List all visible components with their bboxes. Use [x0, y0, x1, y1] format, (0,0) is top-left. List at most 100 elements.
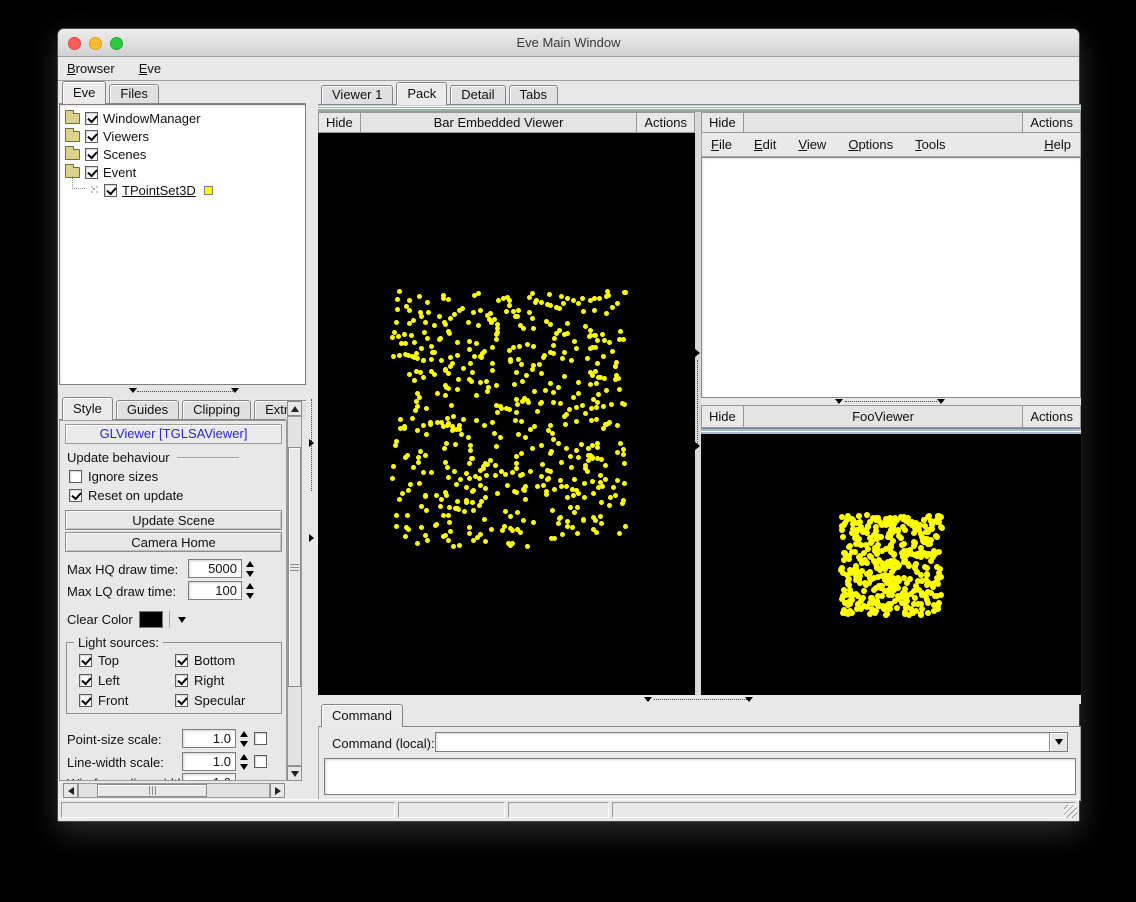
scroll-down-button[interactable]: [287, 766, 302, 781]
light-right-checkbox[interactable]: [175, 674, 188, 687]
menu-eve[interactable]: Eve: [139, 61, 161, 76]
collapse-arrow-icon[interactable]: [937, 399, 945, 404]
menu-edit[interactable]: Edit: [754, 137, 776, 152]
spinner-up-icon[interactable]: [246, 561, 254, 567]
gl-viewer-canvas[interactable]: [318, 133, 695, 695]
scroll-thumb[interactable]: [97, 784, 207, 797]
tree-checkbox[interactable]: [85, 130, 98, 143]
actions-button[interactable]: Actions: [636, 113, 694, 132]
tree-item-scenes[interactable]: Scenes: [60, 145, 305, 163]
light-front-checkbox[interactable]: [79, 694, 92, 707]
tree-item-label[interactable]: TPointSet3D: [122, 183, 196, 198]
tree-item-label[interactable]: Event: [103, 165, 136, 180]
resize-grip[interactable]: [1064, 805, 1077, 818]
hide-button[interactable]: Hide: [319, 113, 361, 132]
tree-item-tpointset3d[interactable]: TPointSet3D: [60, 181, 305, 199]
command-splitter[interactable]: [318, 695, 1081, 704]
combo-dropdown-button[interactable]: [1049, 733, 1067, 751]
zoom-button[interactable]: [110, 37, 123, 50]
tree-item-viewers[interactable]: Viewers: [60, 127, 305, 145]
tree-checkbox[interactable]: [85, 148, 98, 161]
collapse-arrow-icon[interactable]: [231, 388, 239, 393]
tree-item-label[interactable]: WindowManager: [103, 111, 201, 126]
clear-color-swatch[interactable]: [139, 611, 163, 628]
style-vertical-scrollbar[interactable]: [287, 401, 302, 781]
menu-file[interactable]: File: [711, 137, 732, 152]
close-button[interactable]: [68, 37, 81, 50]
minimize-button[interactable]: [89, 37, 102, 50]
actions-button[interactable]: Actions: [1022, 406, 1080, 427]
actions-button[interactable]: Actions: [1022, 113, 1080, 132]
line-width-value[interactable]: 1.0: [182, 752, 236, 771]
collapse-arrow-icon[interactable]: [309, 439, 314, 447]
ignore-sizes-checkbox[interactable]: [69, 470, 82, 483]
left-horizontal-scrollbar[interactable]: [63, 783, 285, 798]
tab-eve[interactable]: Eve: [62, 81, 106, 104]
glviewer-banner[interactable]: GLViewer [TGLSAViewer]: [65, 424, 282, 444]
embedded-viewer-client[interactable]: [701, 157, 1081, 398]
tab-guides[interactable]: Guides: [116, 400, 179, 419]
collapse-arrow-icon[interactable]: [129, 388, 137, 393]
left-horizontal-splitter[interactable]: [59, 385, 306, 397]
tab-extras[interactable]: Extras: [254, 400, 313, 419]
update-scene-button[interactable]: Update Scene: [65, 510, 282, 530]
menu-options[interactable]: Options: [848, 137, 893, 152]
scroll-right-button[interactable]: [270, 783, 285, 798]
menu-help[interactable]: Help: [1044, 137, 1071, 152]
max-lq-value[interactable]: 100: [188, 581, 242, 600]
menu-view[interactable]: View: [798, 137, 826, 152]
tree-item-event[interactable]: Event: [60, 163, 305, 181]
command-output[interactable]: [324, 758, 1076, 795]
scroll-up-button[interactable]: [287, 401, 302, 416]
tree-checkbox[interactable]: [104, 184, 117, 197]
tree-item-label[interactable]: Viewers: [103, 129, 149, 144]
light-specular-checkbox[interactable]: [175, 694, 188, 707]
scroll-track[interactable]: [287, 416, 302, 766]
spinner-up-icon[interactable]: [240, 731, 248, 737]
tab-command[interactable]: Command: [321, 704, 403, 727]
command-combobox[interactable]: [435, 732, 1068, 752]
spinner-down-icon[interactable]: [246, 593, 254, 599]
light-bottom-checkbox[interactable]: [175, 654, 188, 667]
color-swatch[interactable]: [204, 186, 213, 195]
menu-tools[interactable]: Tools: [915, 137, 945, 152]
foo-viewer-canvas[interactable]: [701, 434, 1081, 695]
collapse-arrow-icon[interactable]: [745, 697, 753, 702]
collapse-arrow-icon[interactable]: [309, 534, 314, 542]
hide-button[interactable]: Hide: [702, 113, 744, 132]
camera-home-button[interactable]: Camera Home: [65, 532, 282, 552]
spinner-up-icon[interactable]: [246, 583, 254, 589]
collapse-arrow-icon[interactable]: [695, 442, 700, 450]
collapse-arrow-icon[interactable]: [695, 349, 700, 357]
collapse-arrow-icon[interactable]: [835, 399, 843, 404]
spinner-down-icon[interactable]: [246, 571, 254, 577]
max-hq-value[interactable]: 5000: [188, 559, 242, 578]
light-top-checkbox[interactable]: [79, 654, 92, 667]
tab-detail[interactable]: Detail: [450, 85, 505, 104]
command-input[interactable]: [436, 733, 1049, 751]
foo-horizontal-splitter[interactable]: [701, 398, 1081, 405]
spinner-down-icon[interactable]: [240, 764, 248, 770]
tab-pack[interactable]: Pack: [396, 82, 447, 105]
menu-browser[interactable]: Browser: [67, 61, 115, 76]
scroll-track[interactable]: [78, 783, 270, 798]
spinner-up-icon[interactable]: [240, 780, 248, 782]
point-size-checkbox[interactable]: [254, 732, 267, 745]
tree-item-label[interactable]: Scenes: [103, 147, 146, 162]
hide-button[interactable]: Hide: [702, 406, 744, 427]
tree-checkbox[interactable]: [85, 166, 98, 179]
spinner-up-icon[interactable]: [240, 754, 248, 760]
wireframe-value[interactable]: 1.0: [182, 773, 236, 781]
tree-item-windowmanager[interactable]: WindowManager: [60, 109, 305, 127]
dropdown-arrow-icon[interactable]: [178, 617, 186, 623]
reset-on-update-checkbox[interactable]: [69, 489, 82, 502]
collapse-arrow-icon[interactable]: [644, 697, 652, 702]
tab-files[interactable]: Files: [109, 84, 158, 103]
line-width-checkbox[interactable]: [254, 755, 267, 768]
point-size-value[interactable]: 1.0: [182, 729, 236, 748]
light-left-checkbox[interactable]: [79, 674, 92, 687]
scroll-thumb[interactable]: [288, 447, 301, 687]
spinner-down-icon[interactable]: [240, 741, 248, 747]
tab-tabs[interactable]: Tabs: [509, 85, 558, 104]
tab-style[interactable]: Style: [62, 397, 113, 420]
